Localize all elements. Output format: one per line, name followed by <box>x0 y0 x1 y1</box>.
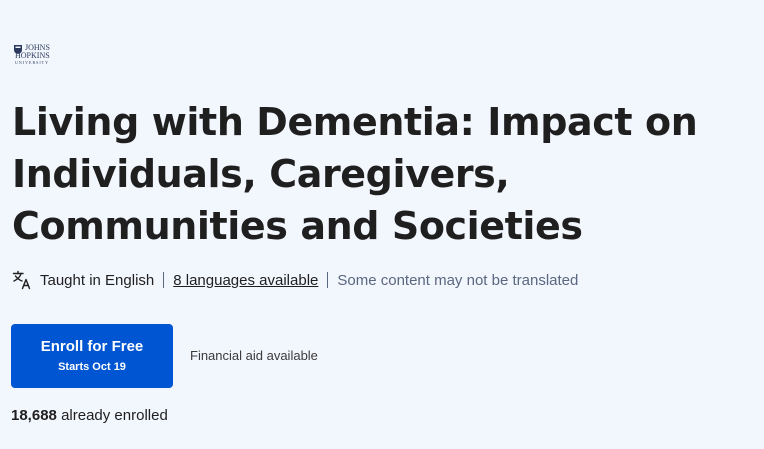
divider <box>163 272 165 288</box>
logo-line-2: HOPKINS <box>15 51 50 60</box>
enroll-button[interactable]: Enroll for Free Starts Oct 19 <box>11 324 173 388</box>
university-logo[interactable]: JOHNS HOPKINS UNIVERSITY <box>14 44 50 66</box>
enroll-button-label: Enroll for Free <box>40 338 144 355</box>
taught-in-label: Taught in English <box>40 271 155 289</box>
translation-note: Some content may not be translated <box>337 271 579 289</box>
divider <box>327 272 329 288</box>
logo-line-3: UNIVERSITY <box>15 60 49 65</box>
language-info: Taught in English 8 languages available … <box>12 268 578 292</box>
enrolled-number: 18,688 <box>11 407 57 424</box>
translate-icon <box>12 270 31 290</box>
start-date-label: Starts Oct 19 <box>58 361 126 373</box>
languages-available-link[interactable]: 8 languages available <box>173 272 318 289</box>
course-title: Living with Dementia: Impact on Individu… <box>12 100 698 248</box>
enrolled-suffix: already enrolled <box>61 407 168 424</box>
course-header: JOHNS HOPKINS UNIVERSITY Living with Dem… <box>0 0 764 449</box>
financial-aid-text: Financial aid available <box>190 348 318 363</box>
enrollment-count: 18,688 already enrolled <box>11 407 168 424</box>
logo-wordmark: JOHNS HOPKINS UNIVERSITY <box>15 44 50 66</box>
